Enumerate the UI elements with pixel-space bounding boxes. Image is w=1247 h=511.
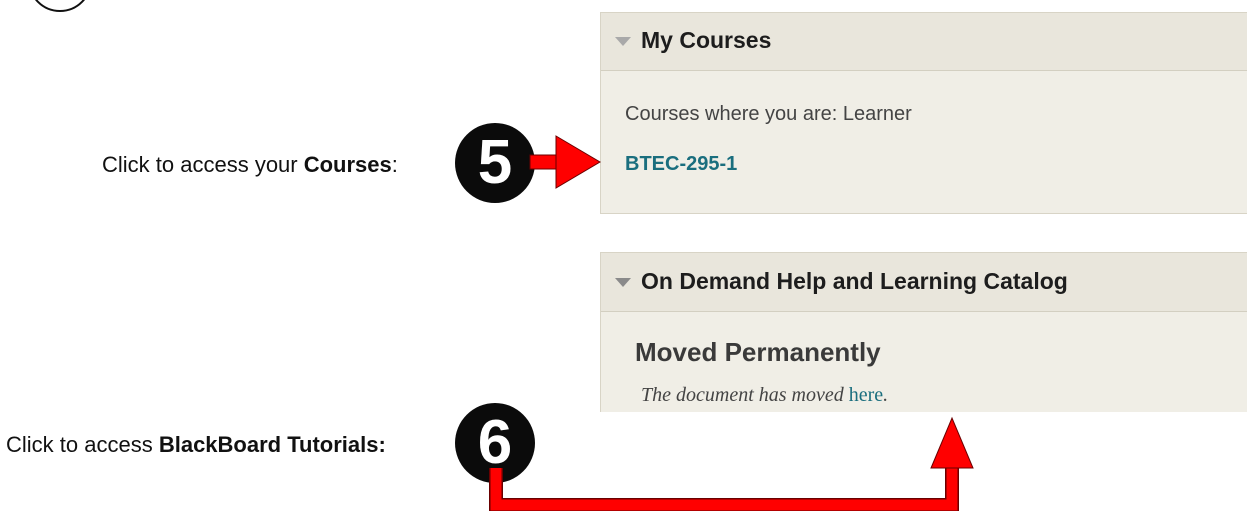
- step5-arrow: [529, 135, 601, 189]
- annotation-arrows: [489, 135, 974, 511]
- step6-arrow: [489, 416, 974, 511]
